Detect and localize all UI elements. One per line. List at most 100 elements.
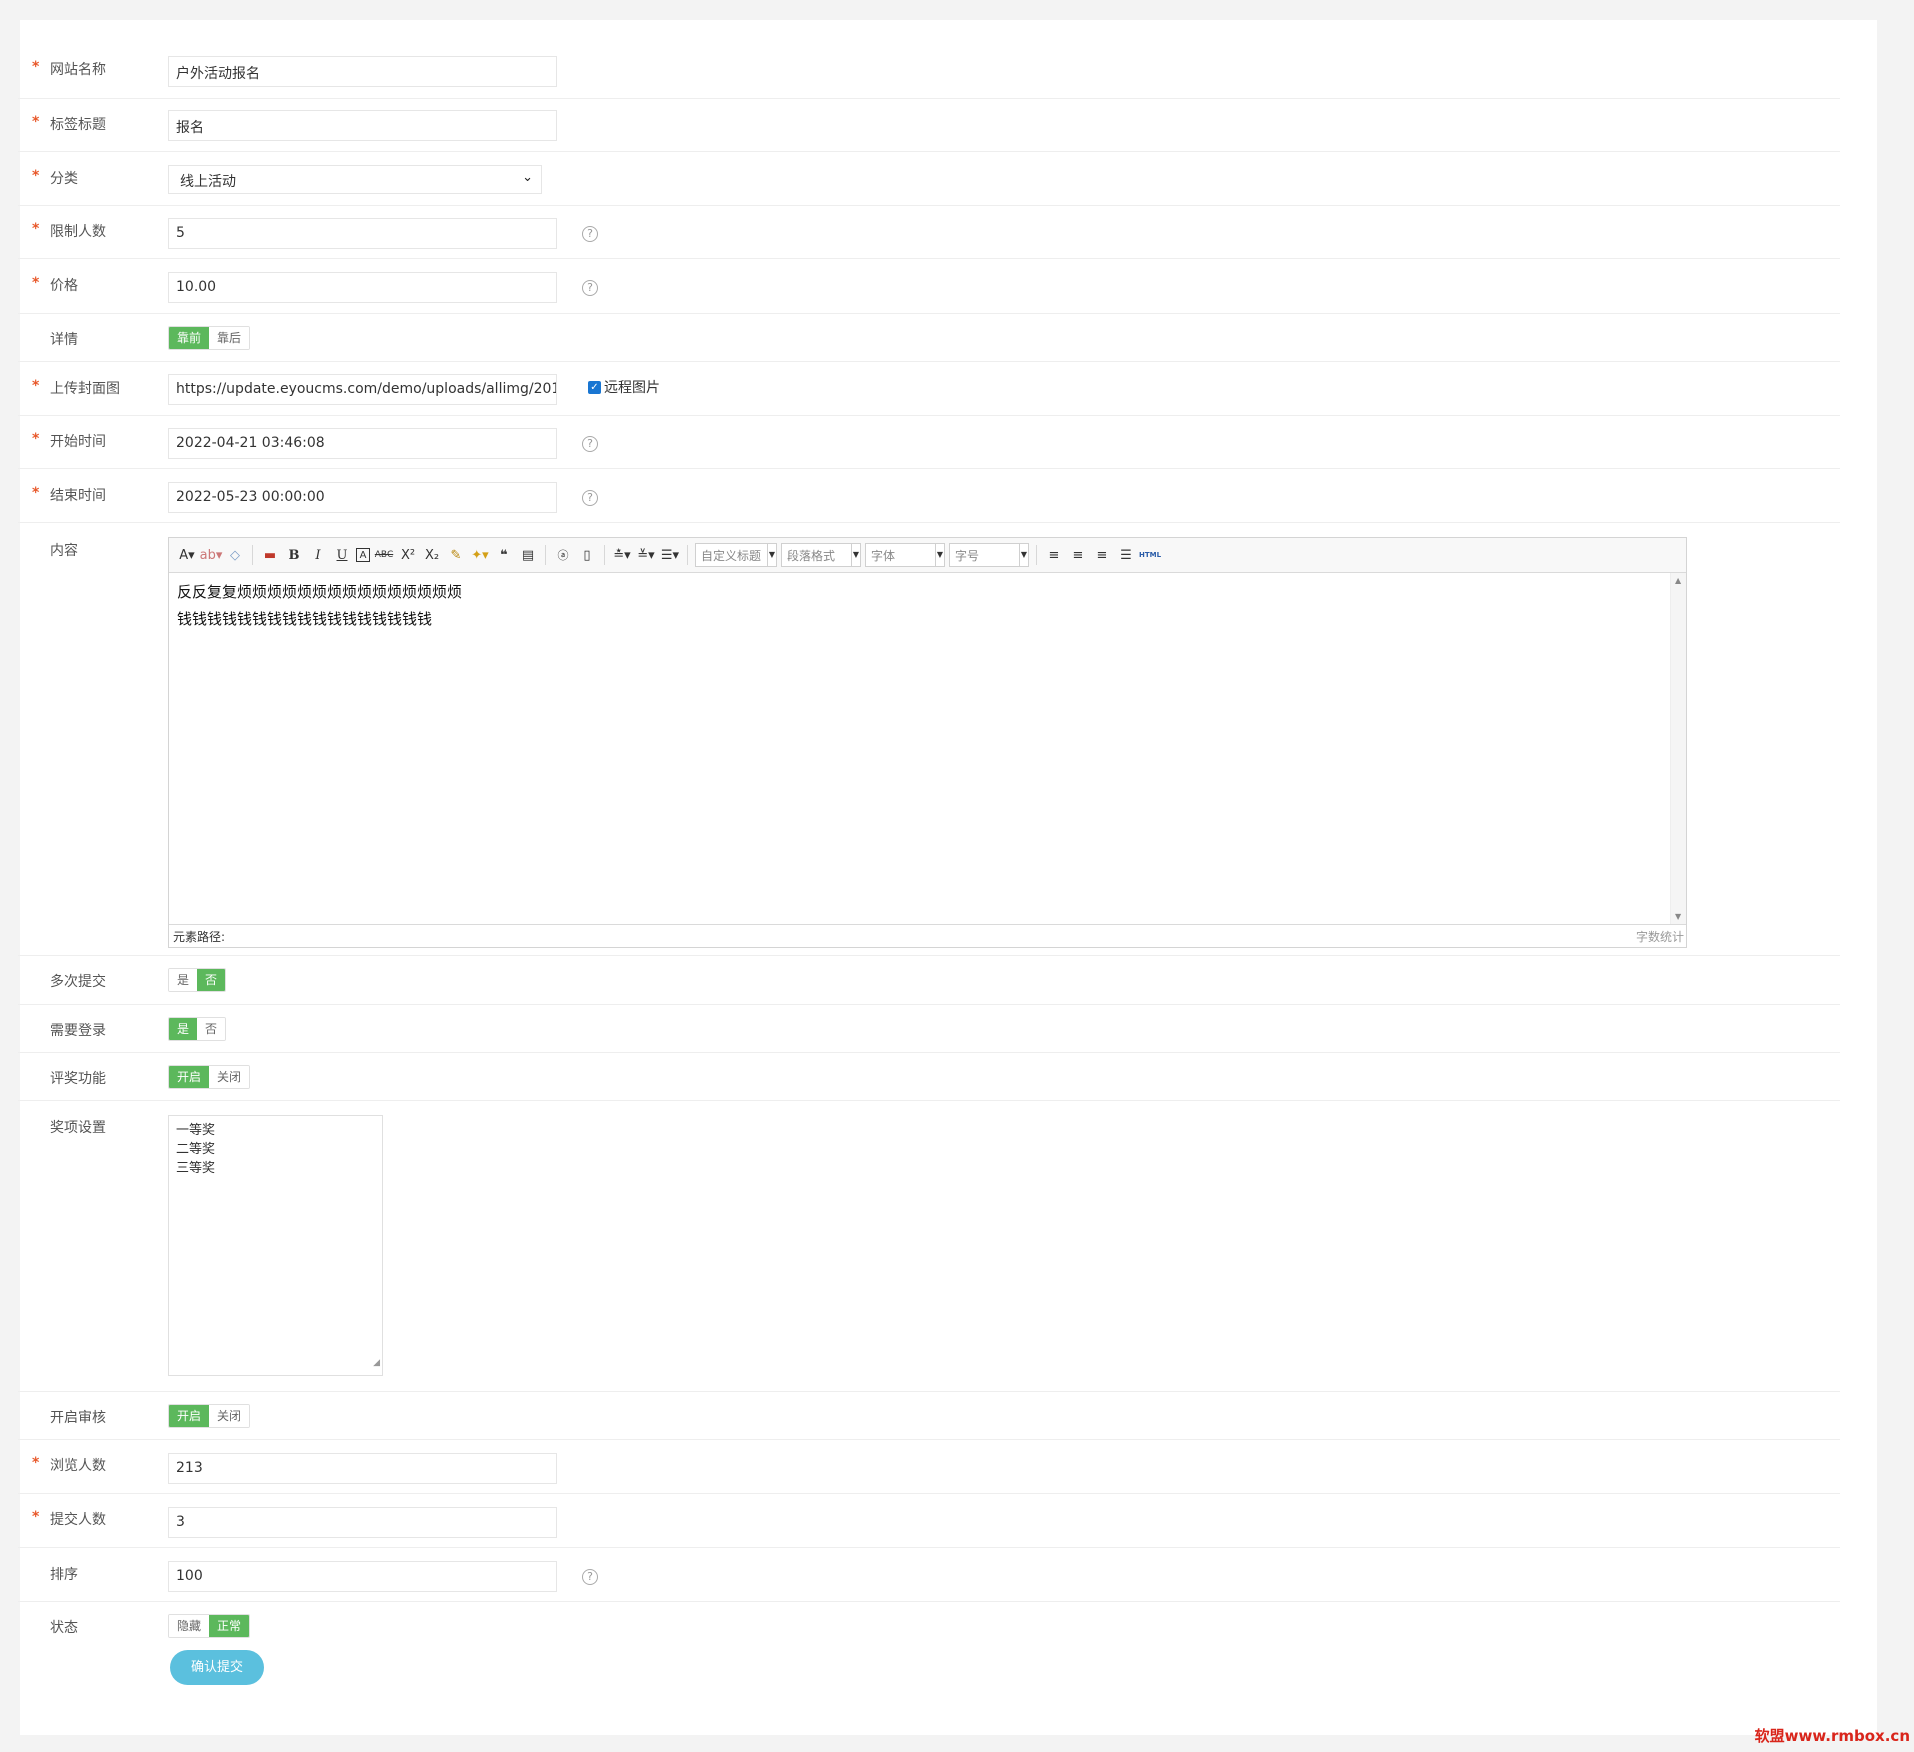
required-star: * bbox=[32, 59, 40, 75]
font-size-combo[interactable]: 字号 ▼ bbox=[949, 543, 1029, 567]
italic-icon[interactable]: I bbox=[308, 545, 328, 565]
eraser-icon[interactable]: ◇ bbox=[225, 545, 245, 565]
help-icon[interactable]: ? bbox=[582, 1569, 598, 1585]
award-settings-label: 奖项设置 bbox=[50, 1120, 106, 1136]
required-star: * bbox=[32, 431, 40, 447]
row-site-name: * 网站名称 户外活动报名 bbox=[18, 40, 1840, 99]
highlight-icon[interactable]: ab▾ bbox=[200, 545, 223, 565]
detail-label: 详情 bbox=[50, 332, 78, 348]
row-content: 内容 A▾ ab▾ ◇ ▬ B I U A ABC X² X₂ ✎ ✦▾ ❝ ▤… bbox=[18, 523, 1840, 956]
award-settings-textarea[interactable]: 一等奖 二等奖 三等奖 ◢ bbox=[168, 1115, 383, 1376]
review-on[interactable]: 开启 bbox=[169, 1405, 210, 1427]
row-tag-title: * 标签标题 报名 bbox=[18, 99, 1840, 152]
cover-url-input[interactable]: https://update.eyoucms.com/demo/uploads/… bbox=[168, 374, 557, 405]
review-off[interactable]: 关闭 bbox=[209, 1405, 250, 1427]
help-icon[interactable]: ? bbox=[582, 436, 598, 452]
editor-scrollbar[interactable]: ▲ ▼ bbox=[1670, 573, 1686, 924]
status-toggle[interactable]: 隐藏 正常 bbox=[168, 1614, 251, 1638]
need-login-no[interactable]: 否 bbox=[197, 1018, 226, 1040]
detail-option-back[interactable]: 靠后 bbox=[209, 327, 250, 349]
review-toggle[interactable]: 开启 关闭 bbox=[168, 1404, 251, 1428]
editor-line: 钱钱钱钱钱钱钱钱钱钱钱钱钱钱钱钱钱 bbox=[177, 610, 433, 628]
help-icon[interactable]: ? bbox=[582, 490, 598, 506]
chevron-down-icon: ▼ bbox=[1019, 544, 1028, 566]
need-login-yes[interactable]: 是 bbox=[169, 1018, 198, 1040]
tag-title-input[interactable]: 报名 bbox=[168, 110, 557, 141]
scroll-up-icon[interactable]: ▲ bbox=[1675, 576, 1681, 585]
align-right-icon[interactable]: ≡ bbox=[1092, 545, 1112, 565]
end-time-input[interactable]: 2022-05-23 00:00:00 bbox=[168, 482, 557, 513]
strikethrough-icon[interactable]: ABC bbox=[374, 545, 394, 565]
award-line: 三等奖 bbox=[176, 1161, 216, 1176]
page-icon[interactable]: ▯ bbox=[577, 545, 597, 565]
font-color-icon[interactable]: A▾ bbox=[177, 545, 197, 565]
superscript-icon[interactable]: X² bbox=[398, 545, 418, 565]
submit-button[interactable]: 确认提交 bbox=[170, 1650, 264, 1685]
row-detail: 详情 靠前 靠后 bbox=[18, 314, 1840, 362]
border-a-icon[interactable]: A bbox=[356, 548, 370, 562]
align-left-icon[interactable]: ≡ bbox=[1044, 545, 1064, 565]
submits-input[interactable]: 3 bbox=[168, 1507, 557, 1538]
site-name-input[interactable]: 户外活动报名 bbox=[168, 56, 557, 87]
submits-label: 提交人数 bbox=[50, 1512, 106, 1528]
price-input[interactable]: 10.00 bbox=[168, 272, 557, 303]
sort-input[interactable]: 100 bbox=[168, 1561, 557, 1592]
font-combo[interactable]: 字体 ▼ bbox=[865, 543, 945, 567]
views-input[interactable]: 213 bbox=[168, 1453, 557, 1484]
row-spacing-top-icon[interactable]: ≛▾ bbox=[612, 545, 632, 565]
detail-toggle[interactable]: 靠前 靠后 bbox=[168, 326, 251, 350]
editor-body[interactable]: 反反复复烦烦烦烦烦烦烦烦烦烦烦烦烦烦烦 钱钱钱钱钱钱钱钱钱钱钱钱钱钱钱钱钱 bbox=[169, 573, 1671, 924]
paste-text-icon[interactable]: ▤ bbox=[518, 545, 538, 565]
row-multi-submit: 多次提交 是 否 bbox=[18, 956, 1840, 1005]
subscript-icon[interactable]: X₂ bbox=[422, 545, 442, 565]
help-icon[interactable]: ? bbox=[582, 280, 598, 296]
line-height-icon[interactable]: ☰▾ bbox=[660, 545, 680, 565]
editor-footer: 元素路径: 字数统计 bbox=[169, 924, 1686, 947]
row-need-login: 需要登录 是 否 bbox=[18, 1005, 1840, 1053]
row-cover: * 上传封面图 https://update.eyoucms.com/demo/u… bbox=[18, 362, 1840, 416]
format-brush-icon[interactable]: ✎ bbox=[446, 545, 466, 565]
multi-submit-yes[interactable]: 是 bbox=[169, 969, 198, 991]
row-review: 开启审核 开启 关闭 bbox=[18, 1392, 1840, 1440]
site-name-label: 网站名称 bbox=[50, 62, 106, 78]
status-normal[interactable]: 正常 bbox=[209, 1615, 250, 1637]
detail-option-front[interactable]: 靠前 bbox=[169, 327, 210, 349]
magic-wand-icon[interactable]: ✦▾ bbox=[470, 545, 490, 565]
views-label: 浏览人数 bbox=[50, 1458, 106, 1474]
row-spacing-bottom-icon[interactable]: ≚▾ bbox=[636, 545, 656, 565]
chevron-down-icon: ▼ bbox=[851, 544, 860, 566]
need-login-toggle[interactable]: 是 否 bbox=[168, 1017, 227, 1041]
chevron-down-icon: ▼ bbox=[767, 544, 776, 566]
rich-text-editor[interactable]: A▾ ab▾ ◇ ▬ B I U A ABC X² X₂ ✎ ✦▾ ❝ ▤ ⓐ … bbox=[168, 537, 1687, 948]
bold-icon[interactable]: B bbox=[284, 545, 304, 565]
paragraph-combo[interactable]: 段落格式 ▼ bbox=[781, 543, 861, 567]
custom-title-combo[interactable]: 自定义标题 ▼ bbox=[695, 543, 777, 567]
anchor-icon[interactable]: ⓐ bbox=[553, 545, 573, 565]
row-award-settings: 奖项设置 一等奖 二等奖 三等奖 ◢ bbox=[18, 1101, 1840, 1392]
blockquote-icon[interactable]: ❝ bbox=[494, 545, 514, 565]
limit-label: 限制人数 bbox=[50, 224, 106, 240]
award-off[interactable]: 关闭 bbox=[209, 1066, 250, 1088]
underline-icon[interactable]: U bbox=[332, 545, 352, 565]
limit-input[interactable]: 5 bbox=[168, 218, 557, 249]
word-count: 字数统计 bbox=[1635, 930, 1684, 944]
content-label: 内容 bbox=[50, 543, 78, 559]
award-on[interactable]: 开启 bbox=[169, 1066, 210, 1088]
image-icon[interactable]: ▬ bbox=[260, 545, 280, 565]
help-icon[interactable]: ? bbox=[582, 226, 598, 242]
scroll-down-icon[interactable]: ▼ bbox=[1675, 912, 1681, 921]
html-source-icon[interactable]: HTML bbox=[1139, 545, 1161, 565]
row-views: * 浏览人数 213 bbox=[18, 1440, 1840, 1494]
award-toggle[interactable]: 开启 关闭 bbox=[168, 1065, 251, 1089]
category-select[interactable]: 线上活动 ⌄ bbox=[168, 165, 542, 194]
align-justify-icon[interactable]: ☰ bbox=[1116, 545, 1136, 565]
align-center-icon[interactable]: ≡ bbox=[1068, 545, 1088, 565]
remote-image-checkbox[interactable]: ✓ bbox=[588, 381, 601, 394]
multi-submit-toggle[interactable]: 是 否 bbox=[168, 968, 227, 992]
start-time-input[interactable]: 2022-04-21 03:46:08 bbox=[168, 428, 557, 459]
required-star: * bbox=[32, 1455, 40, 1471]
status-hidden[interactable]: 隐藏 bbox=[169, 1615, 210, 1637]
resize-handle-icon[interactable]: ◢ bbox=[373, 1354, 380, 1373]
tag-title-label: 标签标题 bbox=[50, 117, 106, 133]
multi-submit-no[interactable]: 否 bbox=[197, 969, 226, 991]
